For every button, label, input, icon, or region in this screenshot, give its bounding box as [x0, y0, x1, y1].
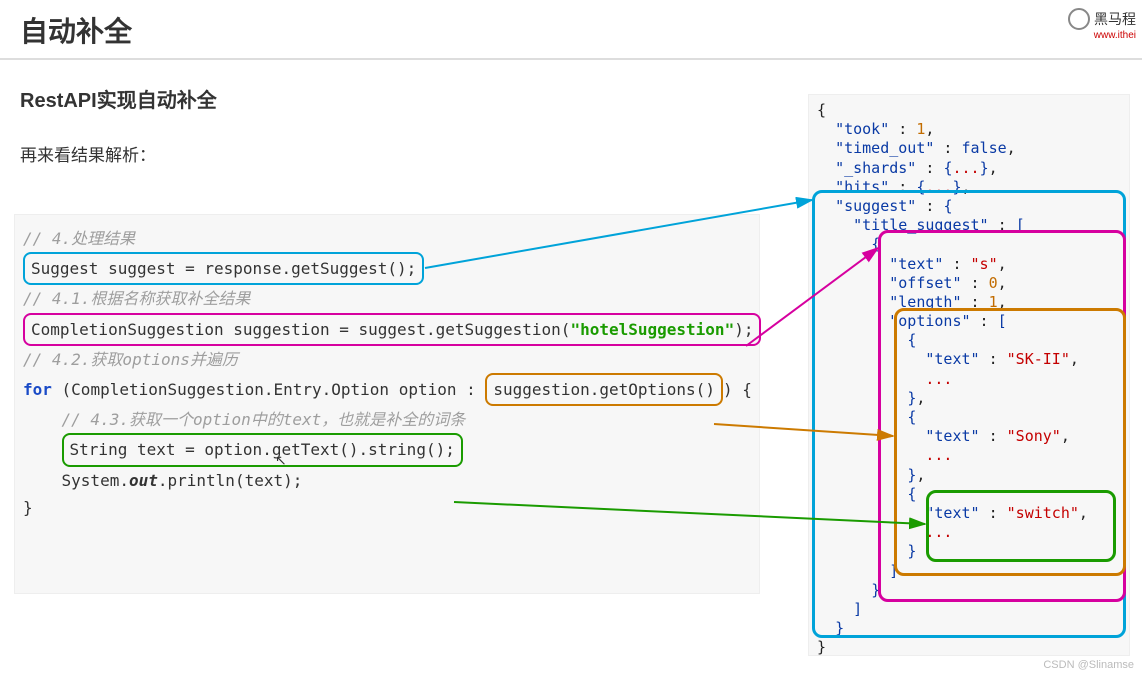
brand-text: 黑马程 — [1094, 9, 1136, 29]
comment-4-1: // 4.1.根据名称获取补全结果 — [23, 289, 250, 308]
page-title: 自动补全 — [0, 0, 1142, 60]
code-get-suggest: Suggest suggest = response.getSuggest(); — [23, 252, 424, 285]
code-get-suggestion: CompletionSuggestion suggestion = sugges… — [23, 313, 761, 346]
comment-4-2: // 4.2.获取options并遍历 — [23, 350, 238, 369]
brand-logo: 黑马程 — [1068, 8, 1136, 30]
for-keyword: for — [23, 380, 52, 399]
code-get-text: String text = option.getText().string(); — [62, 433, 463, 466]
code-get-options: suggestion.getOptions() — [485, 373, 723, 406]
comment-4-3: // 4.3.获取一个option中的text，也就是补全的词条 — [62, 410, 466, 429]
horse-icon — [1068, 8, 1090, 30]
json-response-block: { "took" : 1, "timed_out" : false, "_sha… — [808, 94, 1130, 656]
watermark: CSDN @Slinamse — [1043, 659, 1134, 671]
java-code-block: // 4.处理结果 Suggest suggest = response.get… — [14, 214, 760, 594]
comment-4: // 4.处理结果 — [23, 229, 135, 248]
brand-url: www.ithei — [1094, 30, 1136, 41]
